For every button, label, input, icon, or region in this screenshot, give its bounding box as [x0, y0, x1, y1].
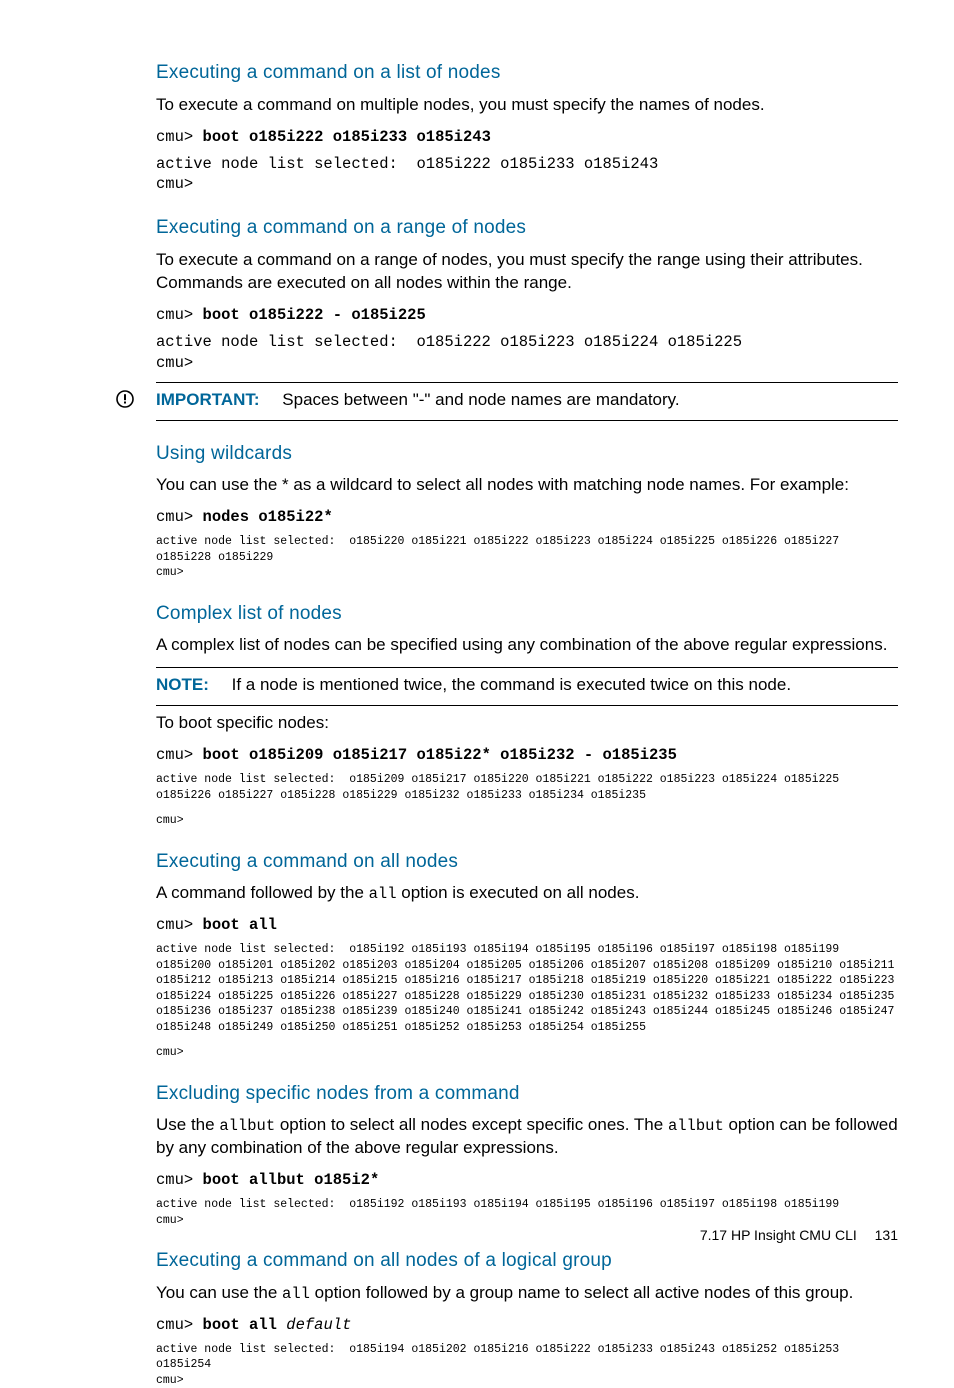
code-exclude-cmd: cmu> boot allbut o185i2*	[156, 1170, 898, 1191]
heading-wildcards: Using wildcards	[156, 441, 898, 467]
important-label: IMPORTANT:	[156, 390, 260, 409]
heading-complex: Complex list of nodes	[156, 601, 898, 627]
heading-exec-range: Executing a command on a range of nodes	[156, 215, 898, 241]
divider	[156, 382, 898, 383]
page-footer: 7.17 HP Insight CMU CLI 131	[700, 1226, 898, 1245]
note-label: NOTE:	[156, 675, 209, 694]
code-exec-range-cmd: cmu> boot o185i222 - o185i225	[156, 305, 898, 326]
heading-exec-list: Executing a command on a list of nodes	[156, 60, 898, 86]
note-callout: NOTE: If a node is mentioned twice, the …	[156, 674, 898, 697]
code-wildcards-out: active node list selected: o185i220 o185…	[156, 534, 898, 581]
footer-page-number: 131	[875, 1227, 898, 1243]
code-wildcards-cmd: cmu> nodes o185i22*	[156, 507, 898, 528]
para-exec-list: To execute a command on multiple nodes, …	[156, 94, 898, 117]
code-all-end: cmu>	[156, 1045, 898, 1061]
code-complex-end: cmu>	[156, 813, 898, 829]
note-text: If a node is mentioned twice, the comman…	[232, 675, 791, 694]
code-group-cmd: cmu> boot all default	[156, 1315, 898, 1336]
heading-all: Executing a command on all nodes	[156, 849, 898, 875]
code-exec-range-out: active node list selected: o185i222 o185…	[156, 332, 898, 374]
code-all-cmd: cmu> boot all	[156, 915, 898, 936]
document-page: Executing a command on a list of nodes T…	[0, 0, 954, 1388]
important-callout: IMPORTANT: Spaces between "-" and node n…	[156, 389, 898, 412]
important-icon	[116, 390, 134, 408]
code-exclude-out: active node list selected: o185i192 o185…	[156, 1197, 898, 1228]
code-exec-list-out: active node list selected: o185i222 o185…	[156, 154, 898, 196]
para-group: You can use the all option followed by a…	[156, 1282, 898, 1305]
para-complex-2: To boot specific nodes:	[156, 712, 898, 735]
heading-exclude: Excluding specific nodes from a command	[156, 1081, 898, 1107]
para-complex: A complex list of nodes can be specified…	[156, 634, 898, 657]
para-wildcards: You can use the * as a wildcard to selec…	[156, 474, 898, 497]
divider	[156, 420, 898, 421]
para-all: A command followed by the all option is …	[156, 882, 898, 905]
code-complex-cmd: cmu> boot o185i209 o185i217 o185i22* o18…	[156, 745, 898, 766]
para-exec-range: To execute a command on a range of nodes…	[156, 249, 898, 295]
para-exclude: Use the allbut option to select all node…	[156, 1114, 898, 1160]
code-exec-list-cmd: cmu> boot o185i222 o185i233 o185i243	[156, 127, 898, 148]
heading-group: Executing a command on all nodes of a lo…	[156, 1248, 898, 1274]
footer-section: 7.17 HP Insight CMU CLI	[700, 1227, 857, 1243]
code-all-out: active node list selected: o185i192 o185…	[156, 942, 898, 1035]
code-group-out: active node list selected: o185i194 o185…	[156, 1342, 898, 1388]
divider	[156, 667, 898, 668]
code-complex-out: active node list selected: o185i209 o185…	[156, 772, 898, 803]
divider	[156, 705, 898, 706]
important-text: Spaces between "-" and node names are ma…	[282, 390, 679, 409]
